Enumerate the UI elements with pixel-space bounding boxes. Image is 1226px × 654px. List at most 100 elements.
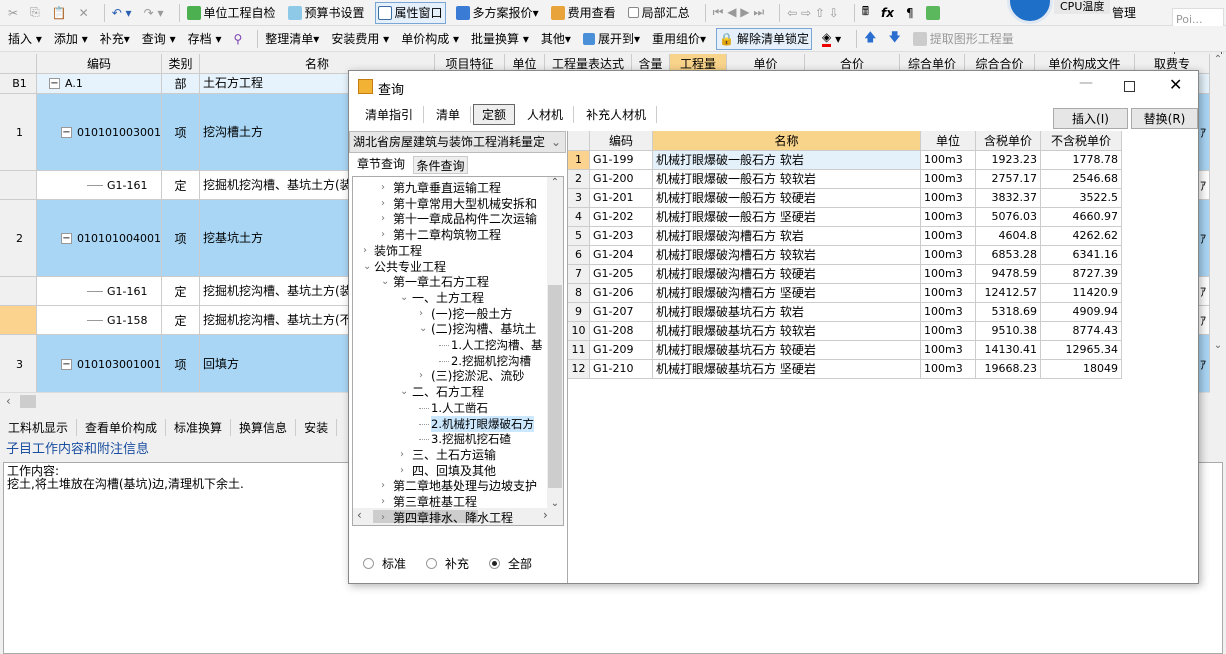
tree-node[interactable]: 公共专业工程 [374,259,446,275]
tree-node[interactable]: 第三章桩基工程 [393,494,477,510]
table-row[interactable]: 1 G1-199 机械打眼爆破一般石方 软岩 100m3 1923.23 1778.78 [568,151,1122,170]
pretax-price-cell[interactable]: 8727.39 [1041,265,1122,284]
extract-quantity-button[interactable]: 提取图形工程量 [911,28,1016,50]
chevron-right-icon[interactable]: › [419,306,429,322]
install-fee-menu[interactable]: 安装费用 ▾ [329,28,391,50]
name-cell[interactable]: 机械打眼爆破沟槽石方 较软岩 [653,246,921,265]
code-cell[interactable]: −010103001001 [37,335,162,392]
chevron-down-icon[interactable]: ⌄ [400,290,410,306]
tax-price-cell[interactable]: 9478.59 [976,265,1041,284]
code-cell[interactable]: G1-203 [590,227,653,246]
dialog-tab[interactable]: 清单 [426,105,472,123]
table-row[interactable]: 11 G1-209 机械打眼爆破基坑石方 较硬岩 100m3 14130.41 12965… [568,341,1122,360]
fee-view-button[interactable]: 费用查看 [549,2,618,24]
chevron-down-icon[interactable]: ⌄ [363,259,373,275]
tax-price-cell[interactable]: 3832.37 [976,189,1041,208]
multi-plan-button[interactable]: 多方案报价 ▾ [454,2,541,24]
chevron-right-icon[interactable]: › [419,368,429,384]
column-header[interactable]: 名称 [653,131,921,151]
archive-menu[interactable]: 存档 ▾ [186,28,224,50]
tree-node[interactable]: 装饰工程 [374,243,422,259]
chevron-right-icon[interactable]: › [381,196,391,212]
close-icon[interactable]: ✕ [1169,75,1182,94]
bottom-tab[interactable]: 安装 [296,419,338,436]
name-cell[interactable]: 机械打眼爆破沟槽石方 较硬岩 [653,265,921,284]
replace-button[interactable]: 替换(R) [1131,108,1198,129]
pretax-price-cell[interactable]: 4660.97 [1041,208,1122,227]
tree-node[interactable]: 三、土石方运输 [412,447,496,463]
library-select[interactable]: 湖北省房屋建筑与装饰工程消耗量定 ⌄ [349,131,566,153]
tree-node[interactable]: 一、土方工程 [412,290,484,306]
reuse-price-menu[interactable]: 重用组价 ▾ [650,28,708,50]
pretax-price-cell[interactable]: 1778.78 [1041,151,1122,170]
formula-icon[interactable]: fx [879,2,896,24]
tree-node[interactable]: 第九章垂直运输工程 [393,180,501,196]
grid-vertical-scrollbar[interactable]: ⌃ ⌄ [1210,54,1226,392]
name-cell[interactable]: 机械打眼爆破基坑石方 较硬岩 [653,341,921,360]
unit-cell[interactable]: 100m3 [921,208,976,227]
unit-cell[interactable]: 100m3 [921,151,976,170]
tax-price-cell[interactable]: 5318.69 [976,303,1041,322]
cut-icon[interactable]: ✂ [6,2,20,24]
name-cell[interactable]: 机械打眼爆破一般石方 坚硬岩 [653,208,921,227]
chevron-down-icon[interactable]: ⌄ [381,274,391,290]
unit-cell[interactable]: 100m3 [921,322,976,341]
tree-node[interactable]: 第十二章构筑物工程 [393,227,501,243]
table-row[interactable]: 10 G1-208 机械打眼爆破基坑石方 较软岩 100m3 9510.38 8774.4… [568,322,1122,341]
maximize-icon[interactable] [1124,81,1135,92]
move-arrows-icon[interactable]: ⇦ ⇨ ⇧ ⇩ [785,2,841,24]
tree-node[interactable]: (三)挖淤泥、流砂 [431,368,524,384]
pretax-price-cell[interactable]: 11420.9 [1041,284,1122,303]
other-menu[interactable]: 其他 ▾ [539,28,573,50]
tree-node[interactable]: 第四章排水、降水工程 [393,510,513,525]
bottom-tab[interactable]: 换算信息 [231,419,297,436]
move-up-icon[interactable]: 🡅 [862,28,878,50]
chevron-right-icon[interactable]: › [400,447,410,463]
tab-condition-query[interactable]: 条件查询 [413,156,468,174]
name-cell[interactable]: 机械打眼爆破基坑石方 软岩 [653,303,921,322]
column-header[interactable]: 类别 [162,54,200,74]
code-cell[interactable]: G1-208 [590,322,653,341]
pretax-price-cell[interactable]: 4262.62 [1041,227,1122,246]
code-cell[interactable]: −010101003001 [37,94,162,170]
unit-cell[interactable]: 100m3 [921,170,976,189]
code-cell[interactable]: G1-201 [590,189,653,208]
unit-cell[interactable]: 100m3 [921,246,976,265]
dialog-tab[interactable]: 清单指引 [355,105,425,123]
tax-price-cell[interactable]: 14130.41 [976,341,1041,360]
tree-node[interactable]: 2.挖掘机挖沟槽 [451,353,531,369]
move-down-icon[interactable]: 🡇 [886,28,902,50]
name-cell[interactable]: 机械打眼爆破基坑石方 较软岩 [653,322,921,341]
code-cell[interactable]: G1-205 [590,265,653,284]
unlock-list-button[interactable]: 🔒 解除清单锁定 [716,27,813,50]
tax-price-cell[interactable]: 4604.8 [976,227,1041,246]
chevron-right-icon[interactable]: › [381,494,391,510]
unit-cell[interactable]: 100m3 [921,284,976,303]
tree-node[interactable]: 2.机械打眼爆破石方 [431,415,534,432]
chevron-right-icon[interactable]: › [381,478,391,494]
fill-color-icon[interactable]: ◈ ▾ [820,28,843,50]
table-row[interactable]: 6 G1-204 机械打眼爆破沟槽石方 较软岩 100m3 6853.28 6341.16 [568,246,1122,265]
column-header[interactable]: 不含税单价 [1041,131,1122,151]
code-cell[interactable]: G1-204 [590,246,653,265]
paragraph-icon[interactable]: ¶ [904,2,916,24]
tree-node[interactable]: (一)挖一般土方 [431,306,512,322]
tree-node[interactable]: 第十一章成品构件二次运输 [393,211,537,227]
pretax-price-cell[interactable]: 3522.5 [1041,189,1122,208]
nav-first-icon[interactable]: ⏮ ◀ ▶ ⏭ [711,2,767,24]
tree-vertical-scrollbar[interactable]: ⌃ ⌄ [547,177,563,509]
pretax-price-cell[interactable]: 2546.68 [1041,170,1122,189]
column-header[interactable]: 编码 [590,131,653,151]
tree-node[interactable]: 3.挖掘机挖石碴 [431,431,511,447]
partial-summary-checkbox[interactable]: 局部汇总 [626,2,692,24]
tree-node[interactable]: 二、石方工程 [412,384,484,400]
table-row[interactable]: 4 G1-202 机械打眼爆破一般石方 坚硬岩 100m3 5076.03 4660.97 [568,208,1122,227]
code-cell[interactable]: G1-209 [590,341,653,360]
query-menu[interactable]: 查询 ▾ [140,28,178,50]
tree-node[interactable]: 第二章地基处理与边坡支护 [393,478,537,494]
pretax-price-cell[interactable]: 8774.43 [1041,322,1122,341]
undo-icon[interactable]: ↶ ▾ [110,2,134,24]
dialog-tab[interactable]: 定额 [473,103,516,125]
table-row[interactable]: 3 G1-201 机械打眼爆破一般石方 较硬岩 100m3 3832.37 3522.5 [568,189,1122,208]
tree-node[interactable]: 第十章常用大型机械安拆和 [393,196,537,212]
